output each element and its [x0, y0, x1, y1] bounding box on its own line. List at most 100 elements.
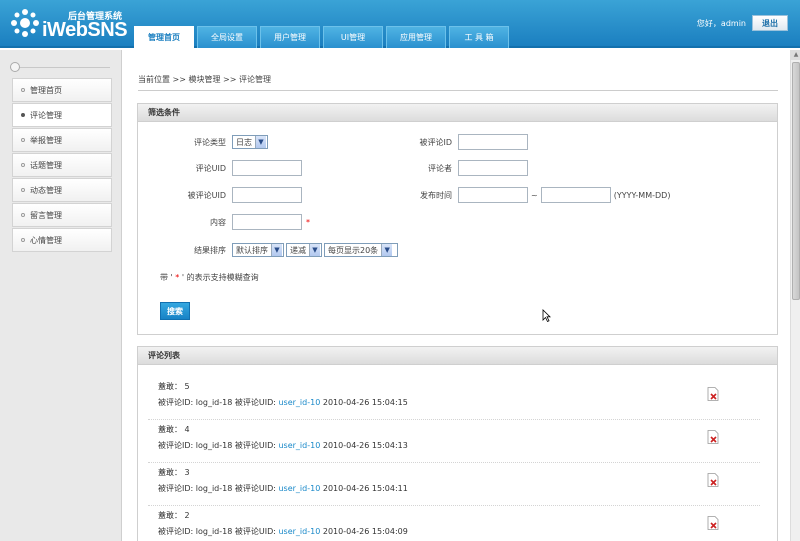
- sidebar-item-label: 话题管理: [30, 160, 62, 170]
- target-uid-input[interactable]: [232, 187, 302, 203]
- search-button[interactable]: 搜索: [160, 302, 190, 320]
- sidebar-item-label: 动态管理: [30, 185, 62, 195]
- user-bar: 您好，admin 退出: [697, 15, 788, 31]
- sidebar-item-label: 心情管理: [30, 235, 62, 245]
- filter-panel-title: 筛选条件: [138, 104, 777, 122]
- list-item: 蓋敢： 5 被评论ID: log_id-18 被评论UID: user_id-1…: [148, 377, 760, 420]
- main-nav: 管理首页 全局设置 用户管理 UI管理 应用管理 工 具 箱: [134, 26, 509, 48]
- sidebar-item-comments[interactable]: 评论管理: [12, 103, 112, 127]
- scroll-thumb[interactable]: [792, 62, 800, 300]
- vertical-scrollbar[interactable]: ▲: [790, 50, 800, 541]
- comment-time: 2010-04-26 15:04:09: [320, 527, 408, 536]
- tab-home[interactable]: 管理首页: [134, 26, 194, 48]
- sidebar-toggle[interactable]: [10, 62, 110, 72]
- comment-uid-label: 评论UID: [195, 163, 226, 173]
- tab-global-settings[interactable]: 全局设置: [197, 26, 257, 48]
- user-link[interactable]: user_id-10: [278, 527, 320, 536]
- comment-meta: 被评论ID: log_id-18 被评论UID: user_id-10 2010…: [158, 440, 408, 451]
- sort-value: 默认排序: [236, 245, 268, 255]
- user-link[interactable]: user_id-10: [278, 484, 320, 493]
- commenter-row: 评论者: [390, 160, 528, 176]
- chevron-down-icon: ▼: [381, 244, 393, 256]
- hint-prefix: 带 ': [160, 273, 173, 282]
- target-id-label: 被评论ID: [419, 137, 452, 147]
- target-id-row: 被评论ID: [390, 134, 528, 150]
- filter-panel: 筛选条件 评论类型 日志 ▼ 被评论ID 评论UID 评论者 被评论UID 发布…: [137, 103, 778, 335]
- comment-list-panel: 评论列表 蓋敢： 5 被评论ID: log_id-18 被评论UID: user…: [137, 346, 778, 541]
- comment-text: 蓋敢： 4: [158, 425, 190, 434]
- time-label: 发布时间: [420, 190, 452, 200]
- breadcrumb: 当前位置 >> 模块管理 >> 评论管理: [138, 75, 271, 84]
- list-item: 蓋敢： 2 被评论ID: log_id-18 被评论UID: user_id-1…: [148, 506, 760, 541]
- delete-icon[interactable]: [707, 387, 719, 401]
- commenter-label: 评论者: [428, 163, 452, 173]
- chevron-down-icon: ▼: [271, 244, 282, 256]
- comment-time: 2010-04-26 15:04:11: [320, 484, 408, 493]
- mouse-cursor-icon: [542, 309, 551, 323]
- sidebar: 管理首页 评论管理 举报管理 话题管理 动态管理 留言管理 心情管理: [0, 50, 122, 541]
- sidebar-item-home[interactable]: 管理首页: [12, 78, 112, 102]
- delete-icon[interactable]: [707, 473, 719, 487]
- hint-star: *: [172, 273, 182, 282]
- sidebar-item-activities[interactable]: 动态管理: [12, 178, 112, 202]
- bullet-icon: [21, 188, 25, 192]
- tab-toolbox[interactable]: 工 具 箱: [449, 26, 509, 48]
- comment-meta: 被评论ID: log_id-18 被评论UID: user_id-10 2010…: [158, 526, 408, 537]
- comment-type-row: 评论类型 日志 ▼: [158, 134, 268, 150]
- sidebar-menu: 管理首页 评论管理 举报管理 话题管理 动态管理 留言管理 心情管理: [12, 78, 112, 253]
- time-start-input[interactable]: [458, 187, 528, 203]
- user-link[interactable]: user_id-10: [278, 441, 320, 450]
- chevron-down-icon: ▼: [255, 136, 266, 148]
- scroll-up-icon[interactable]: ▲: [791, 50, 800, 60]
- bullet-icon: [21, 213, 25, 217]
- bullet-icon: [21, 238, 25, 242]
- sort-select[interactable]: 默认排序 ▼: [232, 243, 284, 257]
- logo: 后台管理系统 iWebSNS: [10, 6, 130, 42]
- user-greeting: 您好，admin: [696, 18, 746, 28]
- sidebar-item-messages[interactable]: 留言管理: [12, 203, 112, 227]
- tab-ui-management[interactable]: UI管理: [323, 26, 383, 48]
- comment-time: 2010-04-26 15:04:13: [320, 441, 408, 450]
- chevron-down-icon: ▼: [309, 244, 320, 256]
- comment-meta: 被评论ID: log_id-18 被评论UID: user_id-10 2010…: [158, 397, 408, 408]
- sidebar-item-reports[interactable]: 举报管理: [12, 128, 112, 152]
- tab-app-management[interactable]: 应用管理: [386, 26, 446, 48]
- comment-list-title: 评论列表: [138, 347, 777, 365]
- target-uid-label: 被评论UID: [187, 190, 226, 200]
- comment-uid-input[interactable]: [232, 160, 302, 176]
- sidebar-item-topics[interactable]: 话题管理: [12, 153, 112, 177]
- comment-meta: 被评论ID: log_id-18 被评论UID: user_id-10 2010…: [158, 483, 408, 494]
- per-page-select[interactable]: 每页显示20条 ▼: [324, 243, 398, 257]
- time-end-input[interactable]: [540, 187, 611, 203]
- comment-text: 蓋敢： 3: [158, 468, 190, 477]
- delete-icon[interactable]: [707, 430, 719, 444]
- delete-icon[interactable]: [707, 516, 719, 530]
- comment-type-select[interactable]: 日志 ▼: [232, 135, 268, 149]
- order-value: 递减: [290, 245, 306, 255]
- comment-meta-prefix: 被评论ID: log_id-18 被评论UID:: [158, 527, 279, 536]
- bullet-icon: [21, 88, 25, 92]
- breadcrumb-divider: [138, 90, 778, 91]
- sidebar-item-label: 留言管理: [30, 210, 62, 220]
- logout-button[interactable]: 退出: [752, 15, 788, 31]
- bullet-icon: [21, 163, 25, 167]
- comment-uid-row: 评论UID: [158, 160, 302, 176]
- hint-suffix: ' 的表示支持模糊查询: [181, 273, 259, 282]
- commenter-input[interactable]: [458, 160, 528, 176]
- time-format-hint: (YYYY-MM-DD): [613, 190, 671, 200]
- sidebar-item-label: 管理首页: [30, 85, 62, 95]
- required-asterisk: *: [306, 217, 310, 227]
- order-select[interactable]: 递减 ▼: [286, 243, 322, 257]
- bullet-icon: [21, 113, 25, 117]
- sidebar-item-label: 评论管理: [30, 110, 62, 120]
- tab-user-management[interactable]: 用户管理: [260, 26, 320, 48]
- content-input[interactable]: [232, 214, 302, 230]
- user-link[interactable]: user_id-10: [278, 398, 320, 407]
- comment-time: 2010-04-26 15:04:15: [320, 398, 408, 407]
- list-item: 蓋敢： 3 被评论ID: log_id-18 被评论UID: user_id-1…: [148, 463, 760, 506]
- target-uid-row: 被评论UID: [158, 187, 302, 203]
- target-id-input[interactable]: [458, 134, 528, 150]
- content-row: 内容 *: [158, 214, 310, 230]
- sidebar-toggle-knob-icon[interactable]: [10, 62, 20, 72]
- sidebar-item-moods[interactable]: 心情管理: [12, 228, 112, 252]
